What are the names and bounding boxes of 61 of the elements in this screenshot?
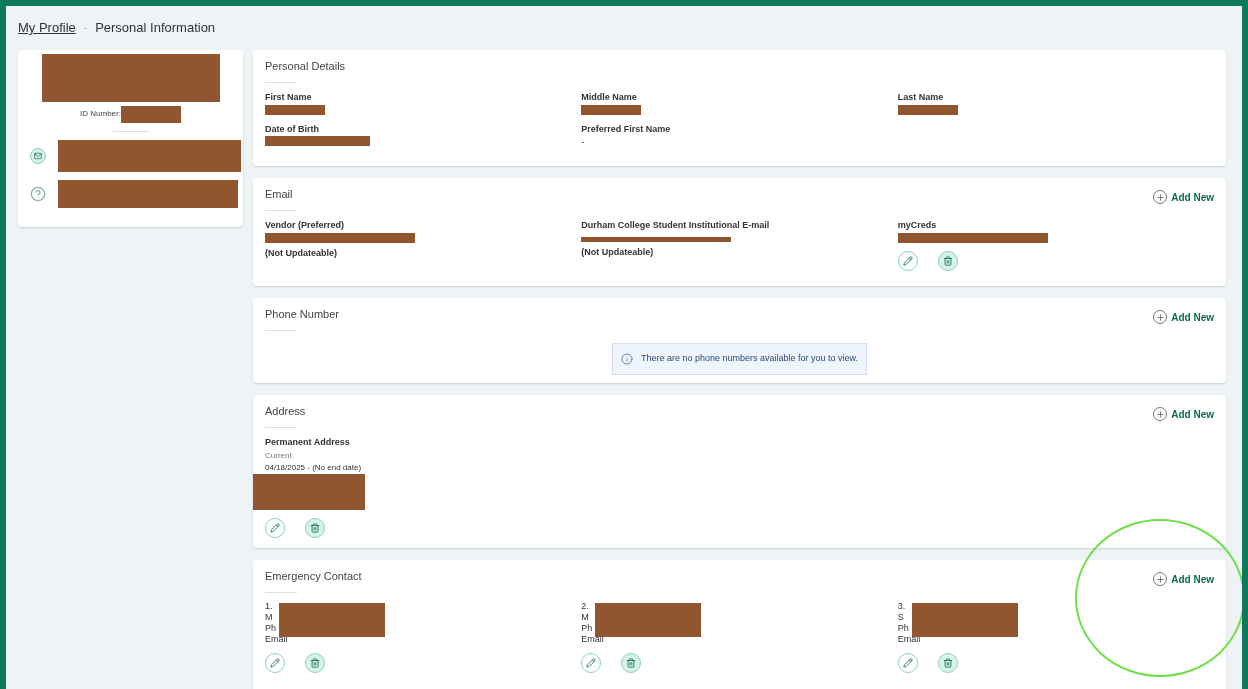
field-note: (Not Updateable) [265,246,338,260]
info-icon [620,352,633,365]
contact-line: Ph [265,623,276,634]
contact-line: 2. [581,601,589,612]
redaction-block [265,104,325,115]
breadcrumb-current: Personal Information [95,19,216,37]
section-title: Emergency Contact [265,568,362,584]
field-label: Last Name [897,91,945,104]
section-title: Address [265,403,306,419]
redaction-block [897,104,958,115]
field-label: myCreds [897,219,938,232]
delete-icon [942,658,953,668]
breadcrumb-link[interactable]: My Profile [18,18,76,38]
contact-line: Ph [897,623,909,634]
edit-icon [586,658,597,668]
field-label: First Name [265,91,313,104]
delete-button[interactable] [937,653,958,673]
contact-line: Ph [581,623,593,634]
field-value: - [581,136,586,149]
redaction-block [581,104,642,115]
add-new-button[interactable]: Add New [1153,189,1214,205]
delete-button[interactable] [937,250,958,271]
edit-icon [270,522,280,533]
address-status: Current [265,449,293,462]
redaction-block [120,105,181,123]
address-dates: 04/18/2025 - (No end date) [265,461,363,474]
field-label: Preferred First Name [581,122,672,136]
help-icon [30,185,46,202]
section-title: Personal Details [265,58,346,74]
field-label: Middle Name [581,91,638,104]
address-type: Permanent Address [265,436,351,449]
contact-line: M [581,612,589,623]
info-text: There are no phone numbers available for you to view. [640,352,859,365]
contact-line: Email [897,634,921,645]
delete-icon [942,255,953,266]
delete-icon [626,658,637,668]
contact-line: 3. [897,601,906,612]
delete-button[interactable] [305,653,325,673]
envelope-icon [30,147,46,164]
field-label: Vendor (Preferred) [265,219,346,232]
section-title: Email [265,186,293,202]
delete-button[interactable] [305,517,325,538]
section-title: Phone Number [265,306,339,322]
add-new-button[interactable]: Add New [1153,309,1214,325]
add-new-button[interactable]: Add New [1153,571,1214,587]
edit-icon [270,658,280,668]
add-new-button[interactable]: Add New [1153,406,1214,422]
field-note: (Not Updateable) [581,245,655,259]
field-label: Date of Birth [265,122,320,136]
delete-button[interactable] [621,653,642,673]
contact-line: M [265,612,273,623]
edit-icon [902,255,913,266]
breadcrumb-separator: - [83,21,88,36]
contact-line: Email [581,634,604,645]
contact-line: S [897,612,904,623]
field-label: Durham College Student Institutional E-mail [581,219,771,232]
delete-icon [310,658,320,668]
id-label: ID Number: [80,108,121,120]
delete-icon [310,522,320,533]
contact-line: 1. [265,601,273,612]
edit-icon [902,658,913,668]
